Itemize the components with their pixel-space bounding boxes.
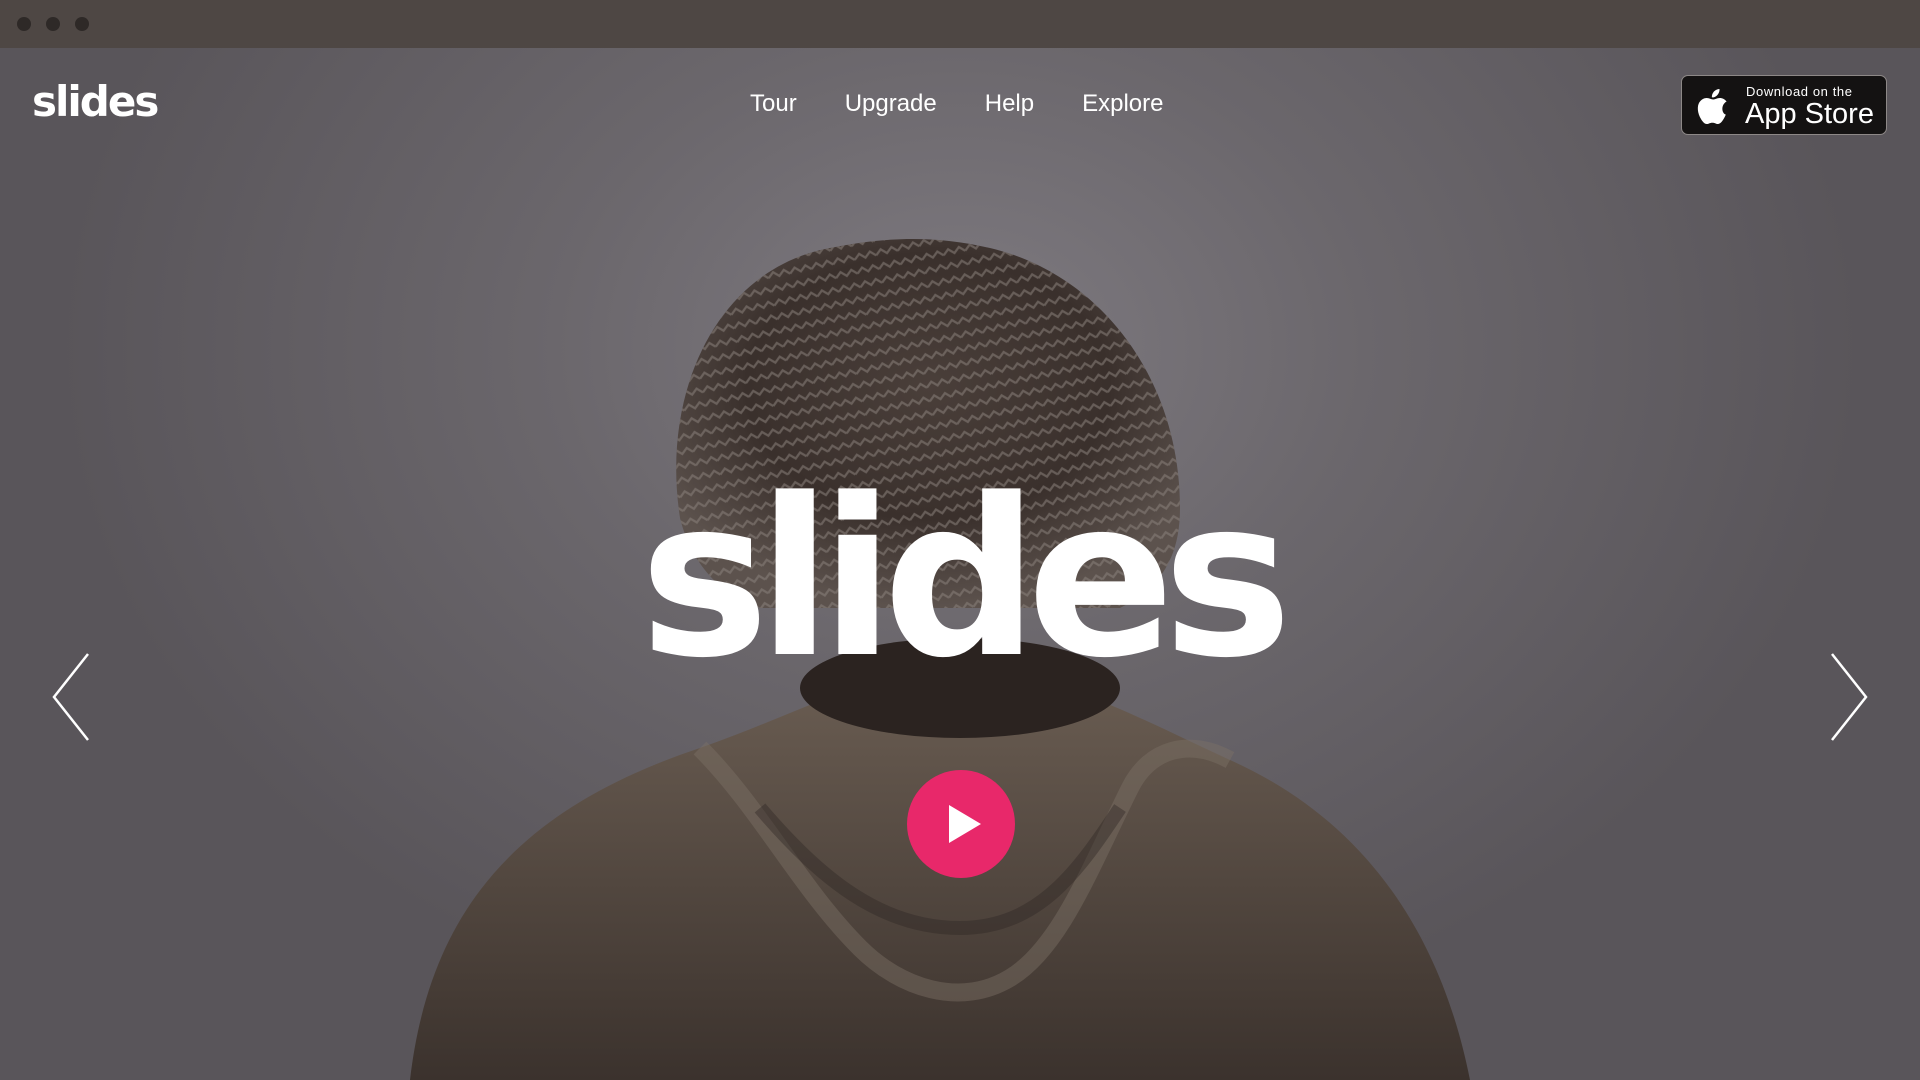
app-store-button[interactable]: Download on the App Store <box>1681 75 1887 135</box>
hero-title: slides <box>639 453 1293 706</box>
next-slide-button[interactable] <box>1826 652 1870 742</box>
play-icon <box>907 770 1015 878</box>
play-video-button[interactable] <box>907 770 1015 878</box>
previous-slide-button[interactable] <box>50 652 94 742</box>
apple-icon <box>1697 89 1727 124</box>
app-store-label: App Store <box>1745 98 1874 130</box>
nav-link-help[interactable]: Help <box>985 90 1034 118</box>
window-titlebar <box>0 0 1920 48</box>
close-dot[interactable] <box>17 17 31 31</box>
minimize-dot[interactable] <box>46 17 60 31</box>
nav-link-explore[interactable]: Explore <box>1082 90 1163 118</box>
app-store-caption: Download on the <box>1746 84 1853 99</box>
chevron-left-icon <box>52 653 89 741</box>
nav-link-tour[interactable]: Tour <box>750 90 797 118</box>
chevron-right-icon <box>1831 653 1868 741</box>
site-logo[interactable]: slides <box>32 78 159 126</box>
main-nav: Tour Upgrade Help Explore <box>750 90 1163 118</box>
nav-link-upgrade[interactable]: Upgrade <box>845 90 937 118</box>
browser-window: slides Tour Upgrade Help Explore Downloa… <box>0 0 1920 1080</box>
site-header: slides Tour Upgrade Help Explore Downloa… <box>0 48 1920 164</box>
maximize-dot[interactable] <box>75 17 89 31</box>
